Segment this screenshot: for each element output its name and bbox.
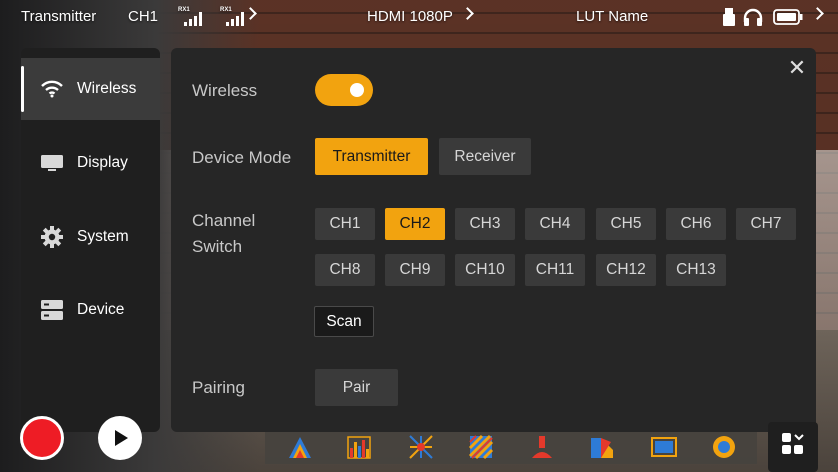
pairing-label: Pairing [192,378,245,397]
vectorscope-icon[interactable] [408,434,434,460]
sidebar-item-label: Display [77,154,128,171]
channel-button-ch2[interactable]: CH2 [385,208,445,240]
rx1-signal-icon: RX1 [178,7,204,27]
sidebar-item-label: Device [77,301,125,318]
rx2-signal-icon: RX1 [220,7,246,27]
monitoring-tools-toolbar [265,432,757,464]
sidebar-item-display[interactable]: Display [21,132,160,194]
status-channel: CH1 [128,8,159,25]
status-mode: Transmitter [21,8,97,25]
wifi-icon [41,78,63,100]
channel-button-ch7[interactable]: CH7 [736,208,796,240]
settings-sidebar: Wireless Display System Device [21,48,160,432]
video-format[interactable]: HDMI 1080P [367,8,453,25]
gear-icon [41,226,63,248]
server-icon [41,299,63,321]
wireless-label: Wireless [192,81,258,100]
wireless-toggle[interactable] [315,74,373,106]
status-bar: Transmitter CH1 RX1 RX1 HDMI 1080P LUT N… [0,0,838,34]
sidebar-item-label: System [77,228,129,245]
play-button[interactable] [98,416,142,460]
channel-button-ch12[interactable]: CH12 [596,254,656,286]
sidebar-item-system[interactable]: System [21,206,160,268]
frame-guide-icon[interactable] [651,434,677,460]
close-icon[interactable]: ✕ [787,55,807,80]
monitor-icon [41,152,63,174]
toggle-knob [350,83,364,97]
sidebar-item-wireless[interactable]: Wireless [21,58,160,120]
channel-switch-label-line1: Channel [192,211,256,230]
waveform-icon[interactable] [287,434,313,460]
signal-chevron-icon[interactable] [244,7,257,20]
format-chevron-icon[interactable] [461,7,474,20]
sidebar-item-label: Wireless [77,80,137,97]
mode-transmitter-button[interactable]: Transmitter [315,138,428,175]
histogram-icon[interactable] [346,434,372,460]
app-grid-menu-button[interactable] [768,422,818,472]
channel-button-ch9[interactable]: CH9 [385,254,445,286]
battery-chevron-icon[interactable] [811,7,824,20]
mode-receiver-button[interactable]: Receiver [439,138,531,175]
scan-button[interactable]: Scan [314,306,374,337]
record-button[interactable] [20,416,64,460]
device-mode-label: Device Mode [192,148,292,167]
channel-button-ch4[interactable]: CH4 [525,208,585,240]
focus-assist-icon[interactable] [711,434,737,460]
channel-button-ch11[interactable]: CH11 [525,254,585,286]
channel-button-ch13[interactable]: CH13 [666,254,726,286]
grid-menu-icon [782,433,804,454]
channel-button-ch5[interactable]: CH5 [596,208,656,240]
lut-name[interactable]: LUT Name [576,8,648,25]
channel-switch-label-line2: Switch [192,237,243,256]
channel-button-ch10[interactable]: CH10 [455,254,515,286]
usb-icon [723,8,735,26]
pair-button[interactable]: Pair [315,369,398,406]
wireless-settings-panel: ✕ Wireless Device Mode Transmitter Recei… [171,48,816,432]
channel-button-ch6[interactable]: CH6 [666,208,726,240]
sidebar-item-device[interactable]: Device [21,279,160,341]
channel-button-ch8[interactable]: CH8 [315,254,375,286]
headphones-icon [743,8,763,26]
false-color-icon[interactable] [529,434,555,460]
channel-button-ch3[interactable]: CH3 [455,208,515,240]
battery-icon [773,9,803,25]
color-bars-icon[interactable] [589,434,615,460]
zebra-icon[interactable] [468,434,494,460]
channel-button-ch1[interactable]: CH1 [315,208,375,240]
